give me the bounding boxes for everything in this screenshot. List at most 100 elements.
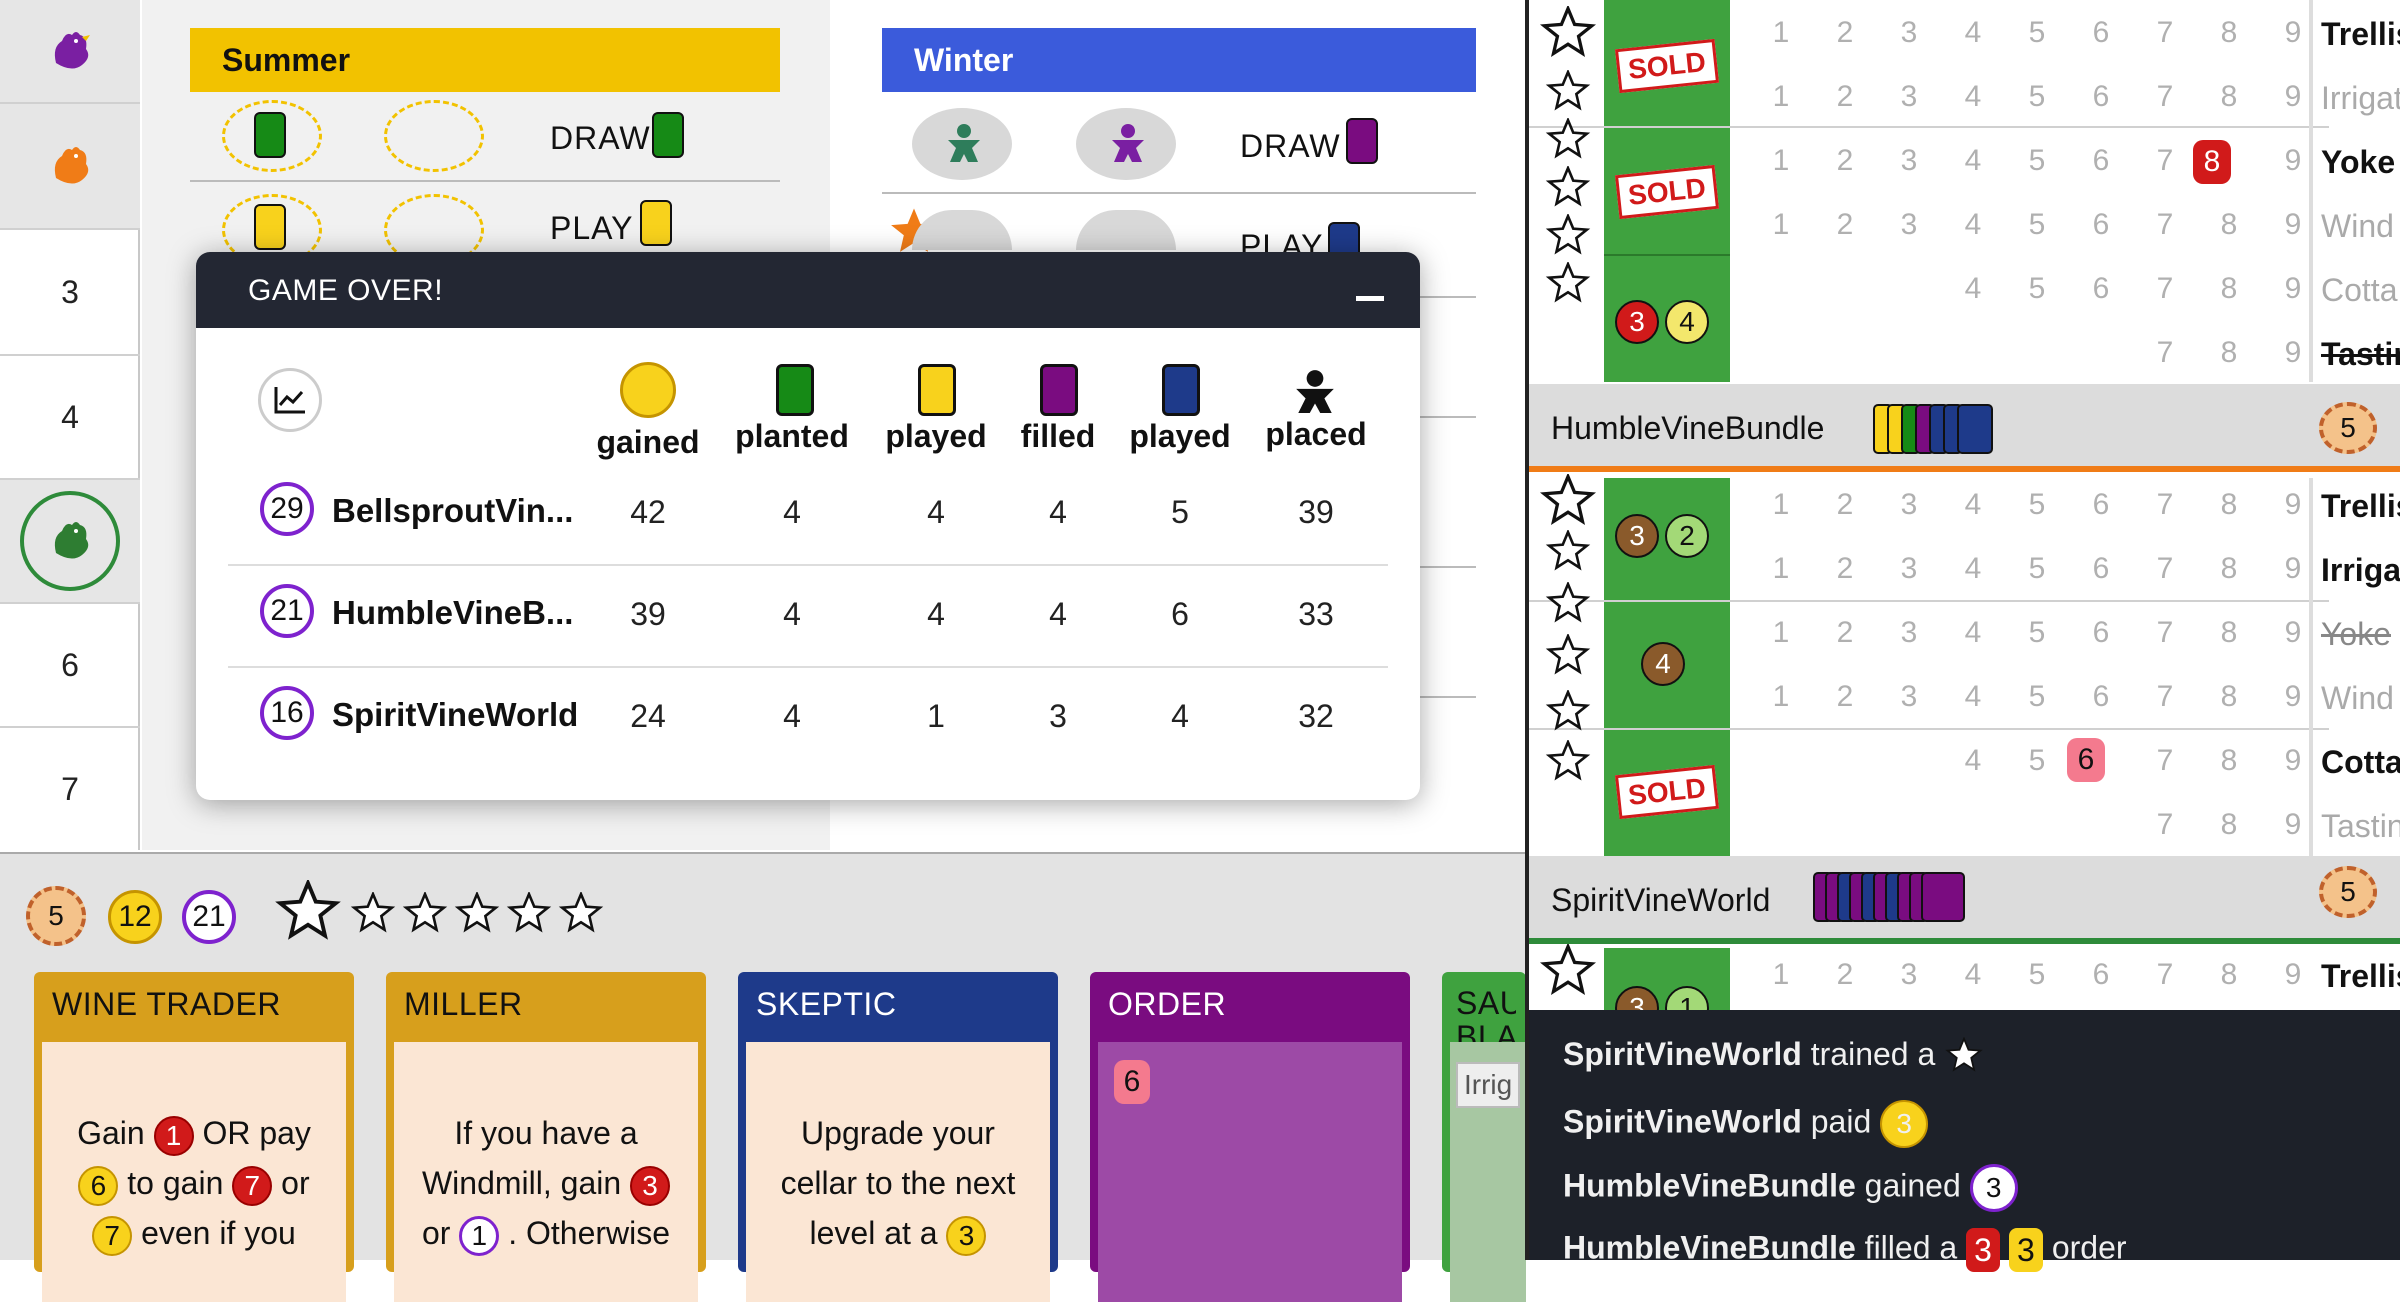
cell: 6: [1171, 596, 1189, 632]
structure-trellis[interactable]: Trellis: [2321, 488, 2400, 525]
log-action: paid: [1810, 1103, 1872, 1140]
vp-icon: 3: [1969, 1164, 2018, 1212]
worker-icon: [1545, 214, 1591, 255]
worker-icon: [1545, 690, 1591, 731]
grande-worker-icon[interactable]: [274, 880, 342, 948]
crush-pad-number: 1: [1772, 958, 1790, 991]
order-card[interactable]: ORDER 6: [1090, 972, 1410, 1302]
crush-pad-number: 8: [2220, 808, 2238, 841]
crush-pad-number: 9: [2284, 616, 2302, 649]
crush-pad-number: 4: [1964, 552, 1982, 585]
crush-pad-number: 8: [2220, 488, 2238, 521]
log-action: order: [2051, 1229, 2127, 1266]
worker-icon[interactable]: [558, 892, 604, 938]
player-name: HumbleVineBundle: [1551, 410, 1825, 446]
structure-cottage[interactable]: Cotta: [2321, 272, 2397, 309]
crush-pad-number: 2: [1836, 958, 1854, 991]
crush-pad-number: 1: [1772, 616, 1790, 649]
structure-irrigation[interactable]: Irriga: [2321, 552, 2400, 589]
crush-pad-number: 5: [2028, 16, 2046, 49]
cell: 32: [1298, 698, 1334, 734]
crush-pad-number: 5: [2028, 552, 2046, 585]
card-title: WINE TRADER: [52, 986, 281, 1022]
crush-pad-number: 9: [2284, 144, 2302, 177]
worker-icon[interactable]: [506, 892, 552, 938]
crush-pad-number: 5: [2028, 680, 2046, 713]
crush-pad-number: 7: [2156, 680, 2174, 713]
log-player: SpiritVineWorld: [1563, 1103, 1802, 1140]
chart-icon[interactable]: [258, 368, 322, 432]
residual-icon: 5: [2319, 402, 2377, 454]
cell: 4: [927, 596, 945, 632]
winter-action-space[interactable]: [1076, 210, 1176, 250]
structure-windmill[interactable]: Wind: [2321, 680, 2394, 717]
player-name: SpiritVineWorld: [332, 696, 579, 733]
divider: [2309, 0, 2313, 382]
minimize-button[interactable]: [1356, 296, 1384, 301]
structure-trellis[interactable]: Trellis: [2321, 958, 2400, 995]
crush-pad-number: 6: [2092, 144, 2110, 177]
skeptic-card[interactable]: SKEPTIC Upgrade your cellar to the next …: [738, 972, 1058, 1302]
structure-irrigation[interactable]: Irrigat: [2321, 80, 2400, 117]
worker-icon: [1539, 944, 1597, 996]
worker-icon: [1539, 6, 1597, 58]
crush-pad-number: 3: [1900, 208, 1918, 241]
wine-trader-card[interactable]: WINE TRADER Gain 1 OR pay 6 to gain 7 or…: [34, 972, 354, 1302]
card-body: Gain 1 OR pay 6 to gain 7 or 7 even if y…: [42, 1042, 346, 1302]
worker-icon[interactable]: [454, 892, 500, 938]
worker-icon[interactable]: [402, 892, 448, 938]
structure-windmill[interactable]: Wind: [2321, 208, 2394, 245]
wake-row[interactable]: 6: [0, 604, 140, 728]
card-text: or: [281, 1165, 310, 1201]
crush-pad-number: 2: [1836, 144, 1854, 177]
crush-pad-number: 5: [2028, 958, 2046, 991]
rooster-purple-cell[interactable]: [0, 0, 140, 104]
worker-icon: [1545, 582, 1591, 623]
green-card-icon: [776, 364, 814, 416]
row-divider: [228, 666, 1388, 668]
log-action: filled a: [1864, 1229, 1958, 1266]
wake-row[interactable]: 7: [0, 728, 140, 850]
crush-pad-number: 4: [1964, 16, 1982, 49]
wake-row[interactable]: 4: [0, 356, 140, 480]
rooster-green-cell[interactable]: [0, 480, 140, 604]
card-title: ORDER: [1108, 986, 1227, 1022]
col-placed: placed: [1265, 416, 1367, 452]
wake-row[interactable]: 3: [0, 230, 140, 356]
crush-pad-number: 5: [2028, 80, 2046, 113]
crush-pad-number: 6: [2092, 272, 2110, 305]
crush-pad-number: 8: [2220, 336, 2238, 369]
residual-icon: 5: [2319, 866, 2377, 918]
structure-card[interactable]: SAU BLA Irrig: [1442, 972, 1526, 1302]
cell: 4: [927, 494, 945, 530]
structure-trellis[interactable]: Trellis: [2321, 16, 2400, 53]
player-name: HumbleVineB...: [332, 594, 574, 631]
summer-action-space[interactable]: [384, 100, 484, 172]
crush-pad-number: 2: [1836, 16, 1854, 49]
rooster-orange-cell[interactable]: [0, 104, 140, 230]
purple-card-icon: [1346, 118, 1378, 164]
cell: 1: [927, 698, 945, 734]
structure-tasting-room[interactable]: Tastin: [2321, 808, 2400, 845]
card-text: . Otherwise: [508, 1215, 671, 1251]
miller-card[interactable]: MILLER If you have a Windmill, gain 3 or…: [386, 972, 706, 1302]
grape-token: 4: [1641, 642, 1685, 686]
crush-pad-number: 8: [2220, 208, 2238, 241]
crush-pad-number: 9: [2284, 208, 2302, 241]
cell: 39: [630, 596, 666, 632]
winter-header: Winter: [882, 28, 1476, 92]
red-wine-marker: 8: [2193, 140, 2231, 184]
vp-token-icon: 1: [153, 1115, 194, 1156]
structure-tasting-room[interactable]: Tastin: [2321, 336, 2400, 373]
cell: 4: [1049, 494, 1067, 530]
structure-yoke[interactable]: Yoke: [2321, 616, 2391, 653]
log-player: SpiritVineWorld: [1563, 1036, 1802, 1072]
structure-yoke[interactable]: Yoke: [2321, 144, 2395, 181]
structure-cottage[interactable]: Cotta: [2321, 744, 2400, 781]
worker-icon[interactable]: [350, 892, 396, 938]
log-entry: SpiritVineWorld trained a: [1563, 1036, 1984, 1077]
crush-pad-number: 9: [2284, 16, 2302, 49]
structure-chip: Irrig: [1456, 1062, 1520, 1108]
crush-pad-number: 4: [1964, 488, 1982, 521]
crush-pad-number: 4: [1964, 958, 1982, 991]
